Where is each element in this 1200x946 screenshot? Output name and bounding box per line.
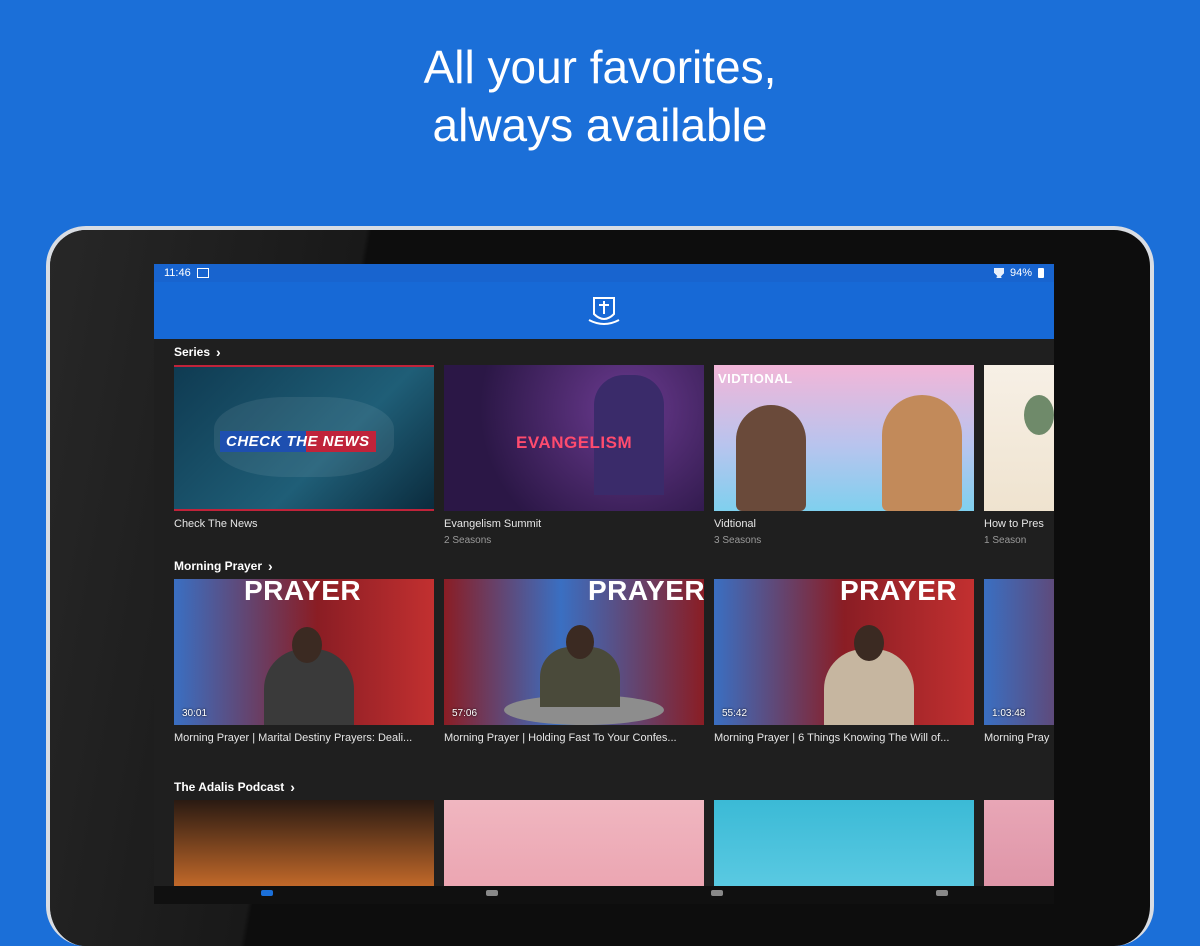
video-duration: 55:42 (722, 708, 748, 719)
video-card[interactable]: PRAYER 55:42 Morning Prayer | 6 Things K… (714, 579, 974, 744)
tablet-frame: 11:46 94% Series › CHECK THE NEWS Check … (46, 226, 1154, 946)
section-title: Series (174, 345, 211, 359)
section-header-morning-prayer[interactable]: Morning Prayer › (174, 553, 1054, 579)
bottom-navigation (154, 886, 1054, 904)
series-thumbnail[interactable]: EVANGELISM (444, 365, 704, 511)
promo-line-2: always available (432, 99, 768, 151)
card-title: Evangelism Summit (444, 518, 542, 530)
section-title: Morning Prayer (174, 559, 263, 573)
status-bar: 11:46 94% (154, 264, 1054, 282)
section-header-series[interactable]: Series › (174, 339, 1054, 365)
card-title: Morning Prayer | 6 Things Knowing The Wi… (714, 732, 950, 744)
chevron-right-icon: › (216, 344, 221, 360)
wifi-icon (993, 268, 1004, 278)
card-title: Check The News (174, 518, 258, 530)
series-thumbnail[interactable] (984, 365, 1054, 511)
promo-line-1: All your favorites, (423, 41, 777, 93)
card-title: Morning Prayer | Marital Destiny Prayers… (174, 732, 413, 744)
series-card[interactable]: CHECK THE NEWS Check The News (174, 365, 434, 547)
nav-menu-icon[interactable] (710, 890, 723, 896)
thumbnail-title-text: EVANGELISM (516, 433, 633, 452)
video-thumbnail[interactable]: PRAYER 30:01 (174, 579, 434, 725)
card-title: How to Pres (984, 518, 1044, 530)
thumbnail-title-text: PRAYER (244, 579, 362, 606)
video-card[interactable]: PRAYER 57:06 Morning Prayer | Holding Fa… (444, 579, 704, 744)
video-thumbnail[interactable]: PRAYER 57:06 (444, 579, 704, 725)
chevron-right-icon: › (268, 558, 273, 574)
nav-home-icon[interactable] (260, 890, 273, 896)
series-row[interactable]: CHECK THE NEWS Check The News EVANGELISM… (174, 365, 1054, 547)
video-duration: 30:01 (182, 708, 208, 719)
video-card[interactable]: PRAYER 30:01 Morning Prayer | Marital De… (174, 579, 434, 744)
status-battery: 94% (1009, 267, 1032, 279)
series-thumbnail[interactable]: CHECK THE NEWS (174, 365, 434, 511)
church-logo-icon[interactable] (586, 294, 622, 328)
card-subtitle (174, 535, 434, 547)
section-header-adalis-podcast[interactable]: The Adalis Podcast › (174, 774, 1054, 800)
section-title: The Adalis Podcast (174, 780, 285, 794)
app-screen: 11:46 94% Series › CHECK THE NEWS Check … (154, 264, 1054, 904)
card-subtitle: 3 Seasons (714, 535, 762, 546)
thumbnail-title-text: VIDTIONAL (718, 371, 793, 386)
gallery-notification-icon (196, 268, 209, 278)
card-subtitle: 1 Season (984, 535, 1027, 546)
series-card[interactable]: How to Pres 1 Season (984, 365, 1054, 547)
video-card[interactable]: 1:03:48 Morning Pray (984, 579, 1054, 744)
series-card[interactable]: EVANGELISM Evangelism Summit 2 Seasons (444, 365, 704, 547)
nav-profile-icon[interactable] (935, 890, 948, 896)
thumbnail-title-text: PRAYER (840, 579, 958, 606)
morning-prayer-row[interactable]: PRAYER 30:01 Morning Prayer | Marital De… (174, 579, 1054, 744)
video-thumbnail[interactable]: 1:03:48 (984, 579, 1054, 725)
status-time: 11:46 (164, 267, 191, 279)
thumbnail-title-text: PRAYER (588, 579, 704, 606)
app-bar (154, 282, 1054, 339)
card-subtitle: 2 Seasons (444, 535, 492, 546)
chevron-right-icon: › (290, 779, 295, 795)
video-thumbnail[interactable]: PRAYER 55:42 (714, 579, 974, 725)
series-card[interactable]: VIDTIONAL Vidtional 3 Seasons (714, 365, 974, 547)
series-thumbnail[interactable]: VIDTIONAL (714, 365, 974, 511)
promo-headline: All your favorites, always available (0, 38, 1200, 154)
card-title: Morning Prayer | Holding Fast To Your Co… (444, 732, 677, 744)
battery-icon (1038, 268, 1044, 278)
thumbnail-title-text: CHECK THE NEWS (220, 431, 376, 452)
video-duration: 57:06 (452, 708, 478, 719)
card-title: Vidtional (714, 518, 756, 530)
card-title: Morning Pray (984, 732, 1050, 744)
content-feed: Series › CHECK THE NEWS Check The News E… (154, 339, 1054, 904)
video-duration: 1:03:48 (992, 708, 1026, 719)
nav-search-icon[interactable] (485, 890, 498, 896)
